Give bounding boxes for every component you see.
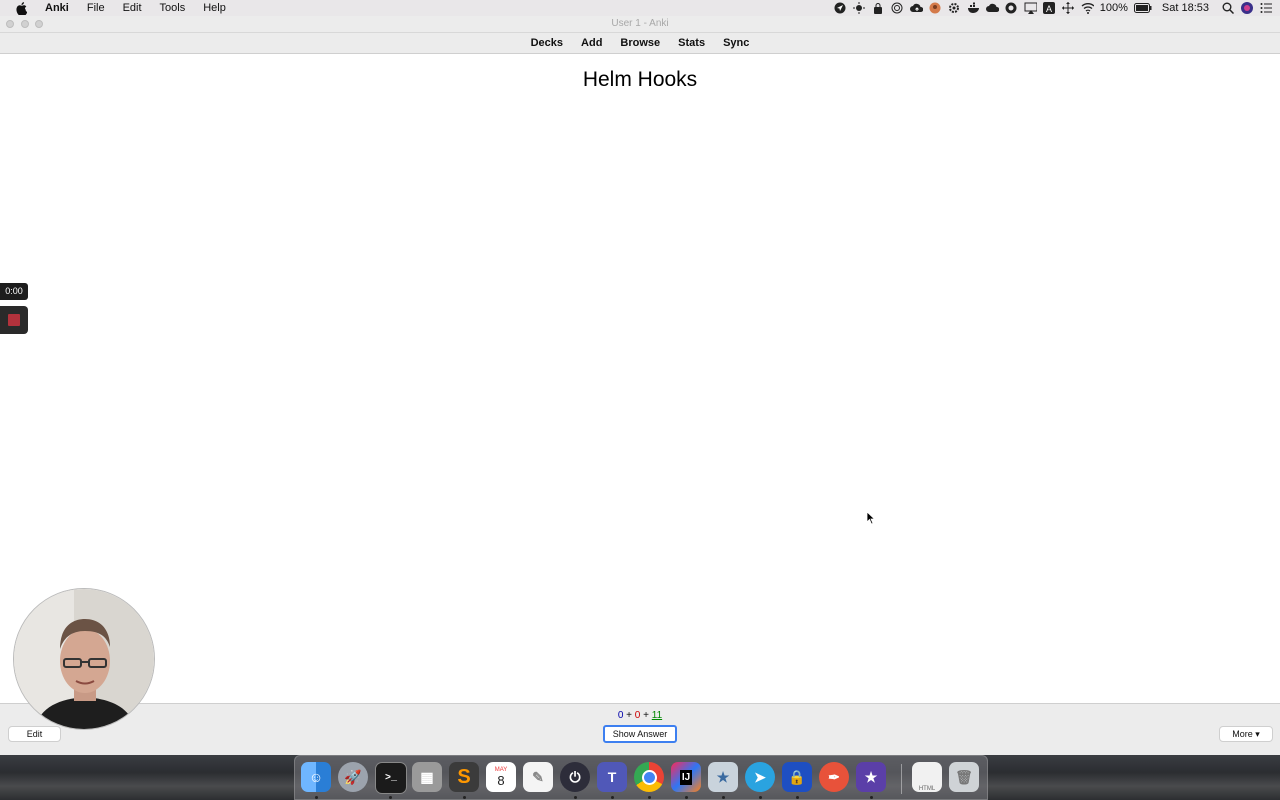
battery-icon[interactable] — [1133, 2, 1152, 15]
toolbar-stats[interactable]: Stats — [669, 33, 714, 53]
password-manager-icon[interactable] — [872, 2, 885, 15]
launchpad-icon[interactable]: 🚀 — [338, 762, 368, 792]
notification-center-icon[interactable] — [1259, 2, 1272, 15]
toolbar-sync[interactable]: Sync — [714, 33, 758, 53]
toolbar-add[interactable]: Add — [572, 33, 611, 53]
webcam-overlay — [13, 588, 155, 730]
cloud-icon[interactable] — [985, 2, 999, 15]
menu-bar: Anki File Edit Tools Help A 100% Sat 18:… — [0, 0, 1280, 16]
finder-icon[interactable]: ☺ — [301, 762, 331, 792]
input-source-icon[interactable]: A — [1043, 2, 1056, 15]
more-button[interactable]: More ▾ — [1219, 726, 1273, 742]
cloud-upload-icon[interactable] — [909, 2, 923, 15]
menu-file[interactable]: File — [78, 0, 114, 16]
location-icon[interactable] — [834, 2, 847, 15]
wifi-icon[interactable] — [1081, 2, 1094, 15]
battery-percent: 100% — [1099, 2, 1128, 14]
app-menu-anki[interactable]: Anki — [36, 0, 78, 16]
count-separator: + — [626, 710, 633, 721]
dock: ☺ 🚀 >_ ▦ S MAY 8 ✎ ⏻ T IJ ★ ➤ 🔒 ✒ ★ HTML… — [294, 755, 988, 800]
siri-icon[interactable] — [1240, 2, 1253, 15]
review-count: 11 — [651, 710, 663, 721]
terminal-icon[interactable]: >_ — [375, 762, 407, 794]
vpn-icon[interactable] — [1005, 2, 1018, 15]
window-titlebar: User 1 - Anki — [0, 16, 1280, 33]
new-count: 0 — [617, 710, 624, 721]
show-answer-button[interactable]: Show Answer — [603, 725, 677, 743]
card-front-text: Helm Hooks — [582, 68, 698, 91]
due-counts: 0 + 0 + 11 — [0, 710, 1280, 721]
mouse-cursor — [866, 511, 876, 525]
menu-tools[interactable]: Tools — [151, 0, 195, 16]
dock-separator — [901, 764, 902, 794]
spotlight-search-icon[interactable] — [1221, 2, 1234, 15]
html-file-icon[interactable]: HTML — [912, 762, 942, 792]
settings-gear-icon[interactable] — [948, 2, 961, 15]
trash-icon[interactable]: 🗑 — [949, 762, 979, 792]
calculator-icon[interactable]: ▦ — [412, 762, 442, 792]
move-arrows-icon[interactable] — [1062, 2, 1075, 15]
telegram-icon[interactable]: ➤ — [745, 762, 775, 792]
menu-help[interactable]: Help — [194, 0, 235, 16]
main-toolbar: Decks Add Browse Stats Sync — [0, 33, 1280, 54]
stop-icon — [8, 314, 20, 326]
brightness-icon[interactable] — [853, 2, 866, 15]
teams-icon[interactable]: T — [597, 762, 627, 792]
power-app-icon[interactable]: ⏻ — [560, 762, 590, 792]
apple-menu-icon[interactable] — [14, 1, 28, 15]
count-separator: + — [643, 710, 649, 721]
paw-icon[interactable]: ✒ — [819, 762, 849, 792]
menu-edit[interactable]: Edit — [114, 0, 151, 16]
window-title: User 1 - Anki — [611, 18, 669, 29]
stop-recording-button[interactable] — [0, 306, 28, 334]
chrome-icon[interactable] — [634, 762, 664, 792]
docker-icon[interactable] — [967, 2, 980, 15]
edit-button[interactable]: Edit — [8, 726, 61, 742]
app-avatar-icon[interactable] — [929, 2, 942, 15]
recording-timer: 0:00 — [0, 283, 28, 300]
card-area: Helm Hooks — [0, 54, 1280, 704]
toolbar-browse[interactable]: Browse — [611, 33, 669, 53]
imovie-icon[interactable]: ★ — [856, 762, 886, 792]
toolbar-decks[interactable]: Decks — [522, 33, 572, 53]
lock-app-icon[interactable]: 🔒 — [782, 762, 812, 792]
intellij-icon[interactable]: IJ — [671, 762, 701, 792]
anki-icon[interactable]: ★ — [708, 762, 738, 792]
textedit-icon[interactable]: ✎ — [523, 762, 553, 792]
menu-clock[interactable]: Sat 18:53 — [1162, 0, 1209, 16]
sublime-text-icon[interactable]: S — [449, 762, 479, 792]
learning-count: 0 — [634, 710, 641, 721]
calendar-icon[interactable]: MAY 8 — [486, 762, 516, 792]
anki-window: User 1 - Anki Decks Add Browse Stats Syn… — [0, 16, 1280, 755]
calendar-day: 8 — [497, 772, 505, 788]
airplay-icon[interactable] — [1024, 2, 1037, 15]
reviewer-bottom-bar: 0 + 0 + 11 Edit Show Answer More ▾ — [0, 703, 1280, 755]
target-icon[interactable] — [891, 2, 904, 15]
svg-text:A: A — [1046, 4, 1052, 14]
